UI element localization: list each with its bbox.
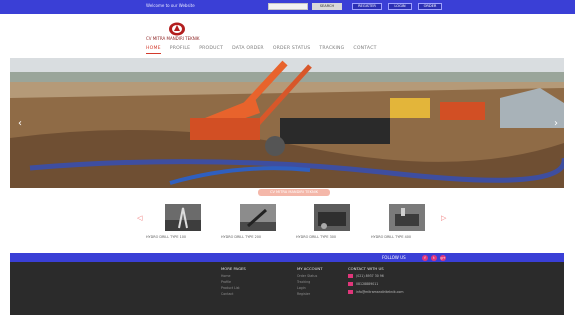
follow-bar: FOLLOW US f t g+ bbox=[10, 253, 564, 262]
nav-profile[interactable]: PROFILE bbox=[170, 44, 190, 54]
product-thumb-3[interactable] bbox=[314, 204, 350, 231]
drilling-rig-photo bbox=[10, 58, 564, 188]
nav-contact[interactable]: CONTACT bbox=[353, 44, 376, 54]
order-link[interactable]: ORDER bbox=[418, 3, 442, 10]
contact-phone: (021) 8937 30 96 bbox=[356, 274, 384, 278]
product-thumb-2[interactable] bbox=[240, 204, 276, 231]
company-name: CV MITRA MANDIRI TEKNIK bbox=[146, 36, 200, 41]
product-caption-1[interactable]: HYDRO DRILL TYPE 100 bbox=[146, 235, 186, 239]
login-link[interactable]: LOGIN bbox=[388, 3, 412, 10]
product-caption-2[interactable]: HYDRO DRILL TYPE 200 bbox=[221, 235, 261, 239]
footer-heading-contact: CONTACT WITH US bbox=[348, 266, 384, 271]
follow-label: FOLLOW US bbox=[382, 255, 406, 260]
twitter-icon[interactable]: t bbox=[431, 254, 437, 261]
nav-order-status[interactable]: ORDER STATUS bbox=[273, 44, 311, 54]
footer-link[interactable]: Profile bbox=[221, 280, 231, 284]
google-plus-icon[interactable]: g+ bbox=[440, 254, 446, 261]
nav-tracking[interactable]: TRACKING bbox=[319, 44, 344, 54]
company-logo[interactable] bbox=[168, 22, 186, 36]
footer-link[interactable]: Product List bbox=[221, 286, 240, 290]
product-caption-4[interactable]: HYDRO DRILL TYPE 400 bbox=[371, 235, 411, 239]
slider-next-icon[interactable]: › bbox=[554, 118, 558, 129]
email-icon bbox=[348, 290, 353, 294]
hero-slider bbox=[10, 58, 564, 188]
footer-link[interactable]: Contact bbox=[221, 292, 233, 296]
footer-link[interactable]: Register bbox=[297, 292, 310, 296]
nav-data-order[interactable]: DATA ORDER bbox=[232, 44, 264, 54]
product-thumb-4[interactable] bbox=[389, 204, 425, 231]
contact-email[interactable]: info@mitramandiriteknik.com bbox=[356, 290, 403, 294]
register-link[interactable]: REGISTER bbox=[352, 3, 382, 10]
top-bar: Welcome to our Website SEARCH REGISTER L… bbox=[0, 0, 575, 14]
nav-product[interactable]: PRODUCT bbox=[199, 44, 223, 54]
search-input[interactable] bbox=[268, 3, 308, 10]
contact-mobile: 08128889011 bbox=[356, 282, 379, 286]
footer: MORE PAGES Home Profile Product List Con… bbox=[10, 262, 564, 315]
product-caption-3[interactable]: HYDRO DRILL TYPE 300 bbox=[296, 235, 336, 239]
slider-prev-icon[interactable]: ‹ bbox=[18, 118, 22, 129]
footer-heading-account: MY ACCOUNT bbox=[297, 266, 323, 271]
main-nav: HOME PROFILE PRODUCT DATA ORDER ORDER ST… bbox=[146, 44, 377, 54]
phone-icon bbox=[348, 274, 353, 278]
footer-link[interactable]: Order Status bbox=[297, 274, 317, 278]
footer-link[interactable]: Login bbox=[297, 286, 306, 290]
carousel-next-icon[interactable]: ▷ bbox=[441, 214, 446, 222]
facebook-icon[interactable]: f bbox=[422, 254, 428, 261]
product-thumb-1[interactable] bbox=[165, 204, 201, 231]
carousel-prev-icon[interactable]: ◁ bbox=[137, 214, 142, 222]
footer-heading-pages: MORE PAGES bbox=[221, 266, 246, 271]
mobile-icon bbox=[348, 282, 353, 286]
search-button[interactable]: SEARCH bbox=[312, 3, 342, 10]
footer-link[interactable]: Home bbox=[221, 274, 230, 278]
welcome-text: Welcome to our Website bbox=[146, 3, 195, 8]
nav-home[interactable]: HOME bbox=[146, 44, 161, 54]
slider-caption: CV MITRA MANDIRI TEKNIK bbox=[258, 189, 330, 196]
footer-link[interactable]: Tracking bbox=[297, 280, 310, 284]
